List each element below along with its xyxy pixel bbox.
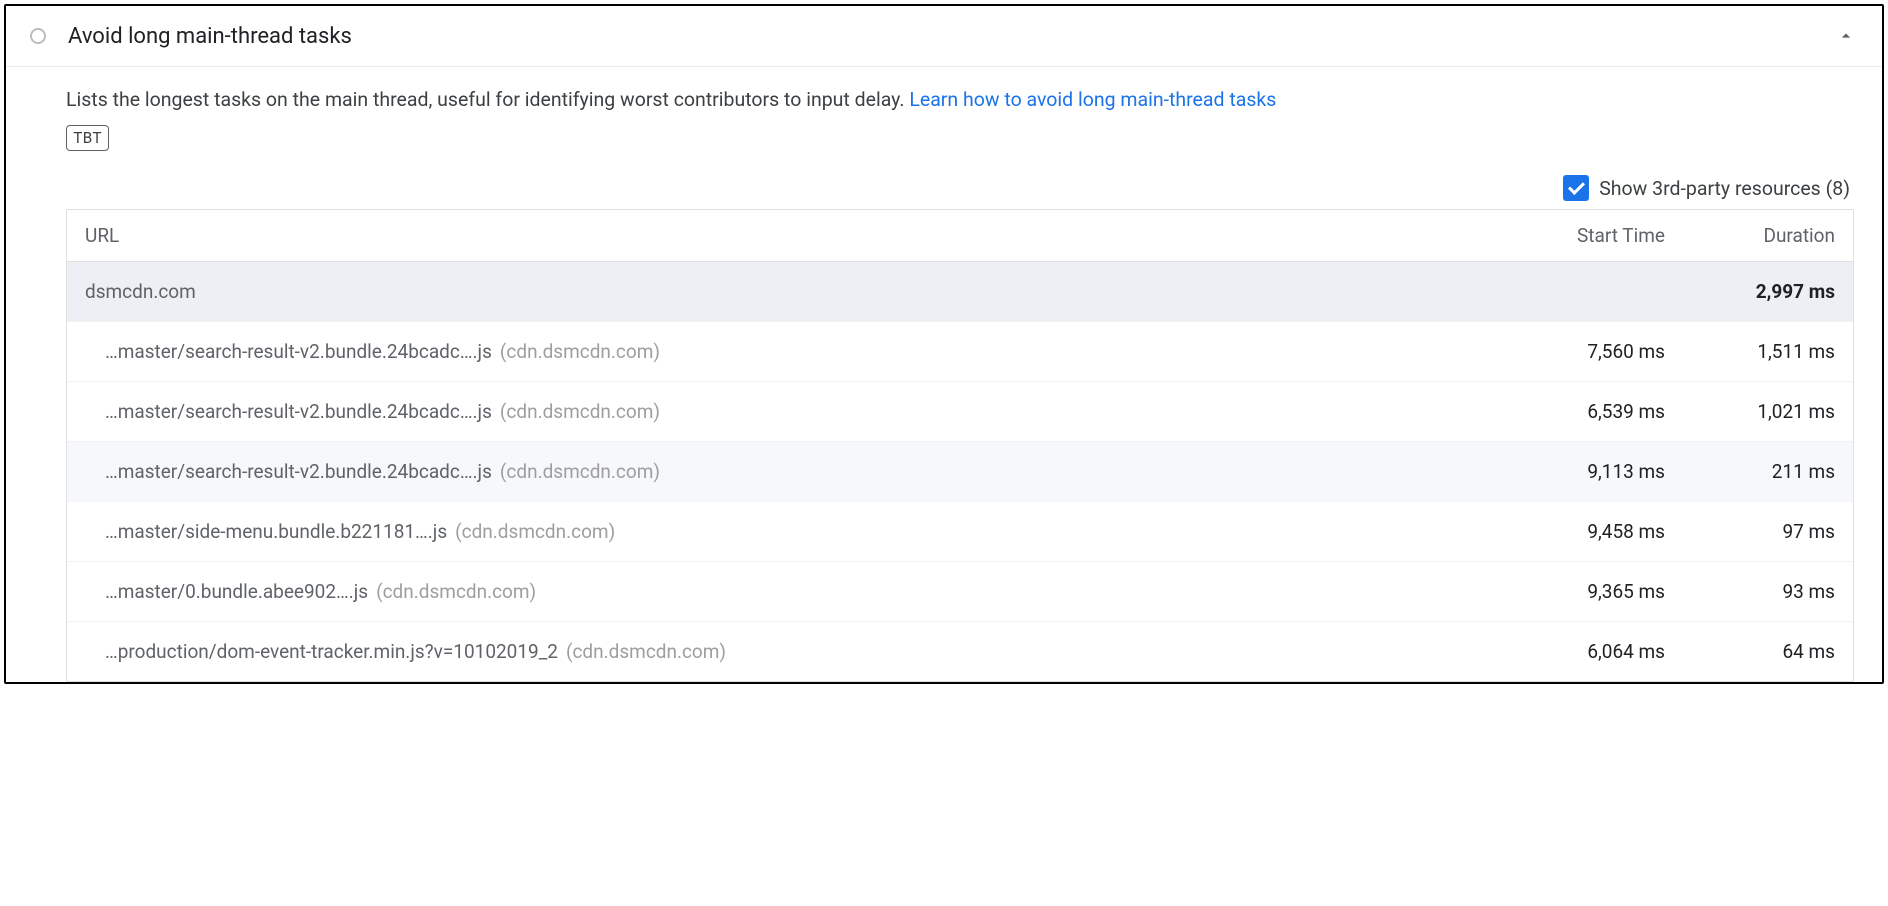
url-cell: …master/0.bundle.abee902….js (cdn.dsmcdn.… <box>105 580 1495 603</box>
audit-panel: Avoid long main-thread tasks Lists the l… <box>4 4 1884 684</box>
url-cell: …master/search-result-v2.bundle.24bcadc…… <box>105 400 1495 423</box>
audit-header[interactable]: Avoid long main-thread tasks <box>6 6 1882 67</box>
group-total: 2,997 ms <box>1665 280 1835 303</box>
start-time: 6,539 ms <box>1495 400 1665 423</box>
url-cell: …master/search-result-v2.bundle.24bcadc…… <box>105 460 1495 483</box>
audit-description: Lists the longest tasks on the main thre… <box>66 85 1854 115</box>
start-time: 9,458 ms <box>1495 520 1665 543</box>
table-row[interactable]: …master/0.bundle.abee902….js (cdn.dsmcdn.… <box>67 561 1853 621</box>
url-host: (cdn.dsmcdn.com) <box>500 340 660 363</box>
audit-description-text: Lists the longest tasks on the main thre… <box>66 88 909 111</box>
url-host: (cdn.dsmcdn.com) <box>566 640 726 663</box>
url-cell: …master/side-menu.bundle.b221181….js (cdn… <box>105 520 1495 543</box>
start-time: 9,365 ms <box>1495 580 1665 603</box>
duration: 1,511 ms <box>1665 340 1835 363</box>
table-row[interactable]: …master/side-menu.bundle.b221181….js (cdn… <box>67 501 1853 561</box>
col-duration: Duration <box>1665 224 1835 247</box>
group-name: dsmcdn.com <box>85 280 1495 303</box>
col-start-time: Start Time <box>1495 224 1665 247</box>
col-url: URL <box>85 224 1495 247</box>
url-host: (cdn.dsmcdn.com) <box>376 580 536 603</box>
third-party-filter-label: Show 3rd-party resources (8) <box>1599 177 1850 200</box>
audit-title: Avoid long main-thread tasks <box>68 24 1832 49</box>
table-row[interactable]: …master/search-result-v2.bundle.24bcadc…… <box>67 381 1853 441</box>
start-time: 7,560 ms <box>1495 340 1665 363</box>
table-row[interactable]: …master/search-result-v2.bundle.24bcadc…… <box>67 441 1853 501</box>
checkbox-checked-icon[interactable] <box>1563 175 1589 201</box>
metric-tag: TBT <box>66 125 109 151</box>
url-host: (cdn.dsmcdn.com) <box>500 460 660 483</box>
audit-body: Lists the longest tasks on the main thre… <box>6 67 1882 682</box>
tasks-table: URL Start Time Duration dsmcdn.com 2,997… <box>66 209 1854 682</box>
table-row[interactable]: …production/dom-event-tracker.min.js?v=1… <box>67 621 1853 681</box>
table-header: URL Start Time Duration <box>67 210 1853 262</box>
url-path: …master/search-result-v2.bundle.24bcadc…… <box>105 400 492 423</box>
url-host: (cdn.dsmcdn.com) <box>455 520 615 543</box>
url-path: …master/search-result-v2.bundle.24bcadc…… <box>105 340 492 363</box>
table-row[interactable]: …master/search-result-v2.bundle.24bcadc…… <box>67 321 1853 381</box>
duration: 211 ms <box>1665 460 1835 483</box>
duration: 64 ms <box>1665 640 1835 663</box>
url-cell: …production/dom-event-tracker.min.js?v=1… <box>105 640 1495 663</box>
group-row[interactable]: dsmcdn.com 2,997 ms <box>67 262 1853 321</box>
url-path: …production/dom-event-tracker.min.js?v=1… <box>105 640 558 663</box>
url-path: …master/side-menu.bundle.b221181….js <box>105 520 447 543</box>
duration: 97 ms <box>1665 520 1835 543</box>
url-host: (cdn.dsmcdn.com) <box>500 400 660 423</box>
url-path: …master/0.bundle.abee902….js <box>105 580 368 603</box>
url-cell: …master/search-result-v2.bundle.24bcadc…… <box>105 340 1495 363</box>
start-time: 6,064 ms <box>1495 640 1665 663</box>
chevron-up-icon[interactable] <box>1832 22 1860 50</box>
third-party-filter[interactable]: Show 3rd-party resources (8) <box>66 175 1854 201</box>
learn-more-link[interactable]: Learn how to avoid long main-thread task… <box>909 88 1276 111</box>
duration: 93 ms <box>1665 580 1835 603</box>
url-path: …master/search-result-v2.bundle.24bcadc…… <box>105 460 492 483</box>
status-ring-icon <box>30 28 46 44</box>
duration: 1,021 ms <box>1665 400 1835 423</box>
start-time: 9,113 ms <box>1495 460 1665 483</box>
